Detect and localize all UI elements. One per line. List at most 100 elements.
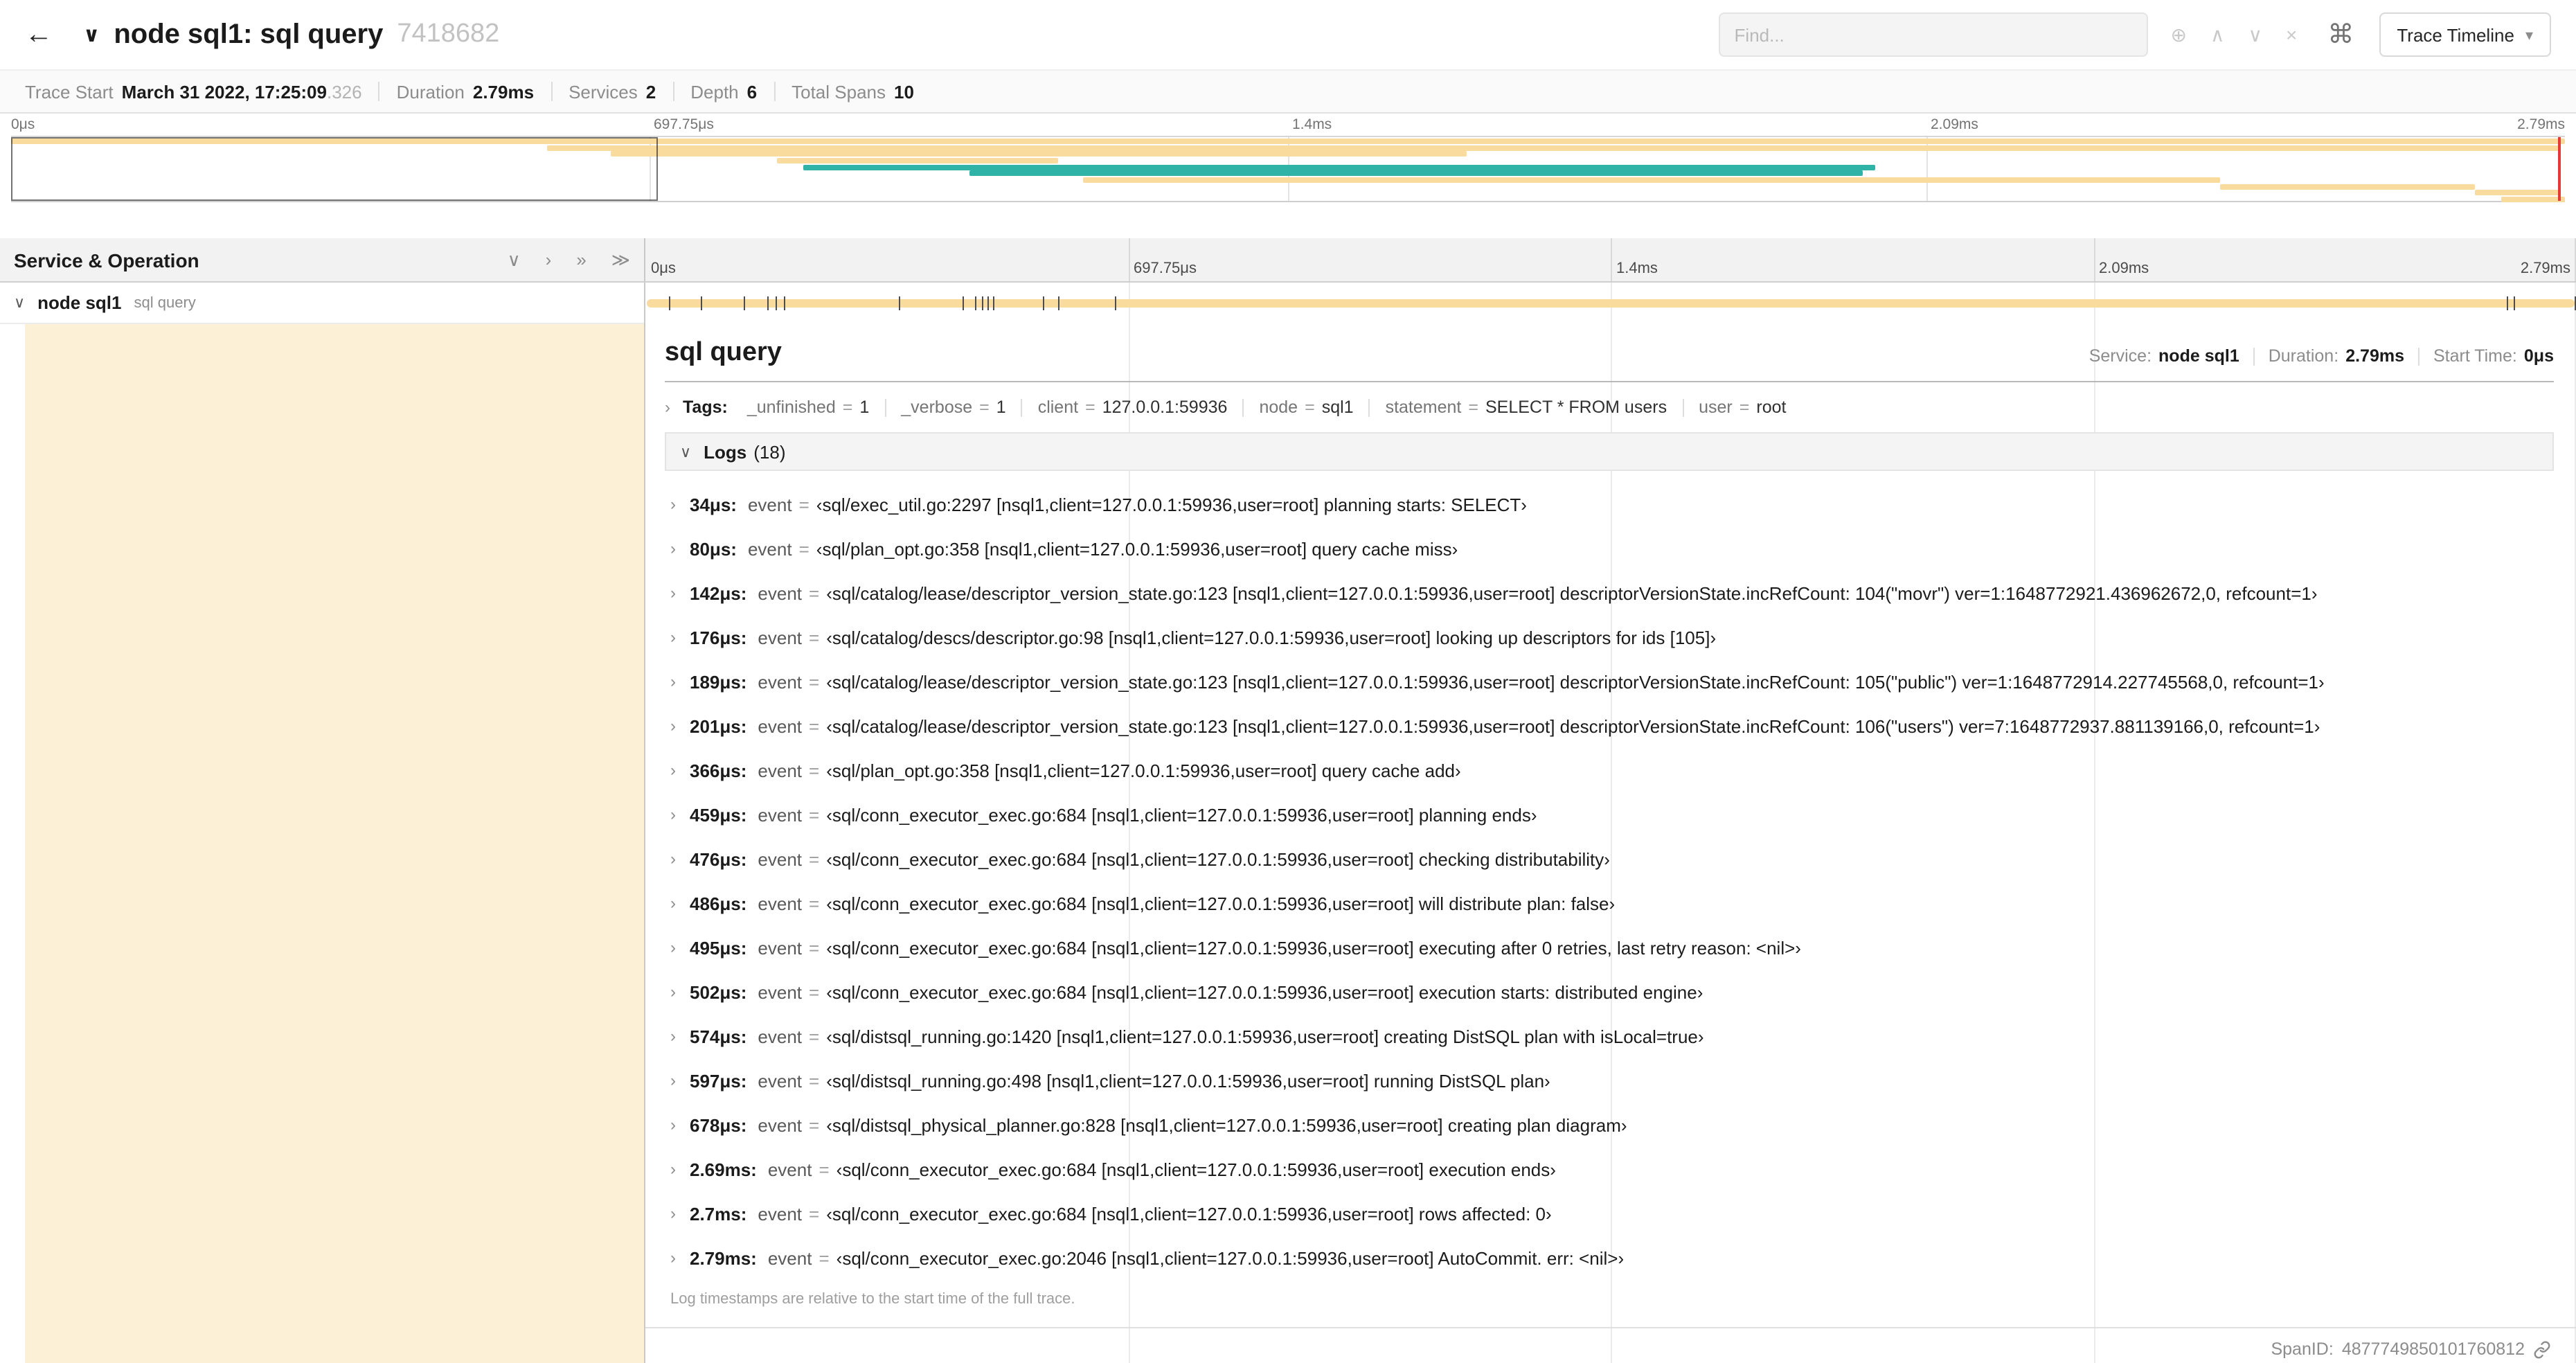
detail-meta-value: 2.79ms — [2345, 346, 2404, 366]
trace-summary: Trace Start March 31 2022, 17:25:09.326 Du… — [0, 69, 2576, 114]
tag-item: node = sql1 — [1259, 398, 1353, 417]
log-row[interactable]: › 678μs: event = ‹sql/distsql_physical_plann… — [670, 1103, 2554, 1147]
log-row[interactable]: › 2.7ms: event = ‹sql/conn_executor_exec.go:… — [670, 1191, 2554, 1236]
log-row-caret-icon[interactable]: › — [670, 716, 690, 736]
log-row[interactable]: › 80μs: event = ‹sql/plan_opt.go:358 [nsql1,… — [670, 526, 2554, 571]
log-field-value: ‹sql/distsql_running.go:498 [nsql1,clien… — [826, 1070, 1550, 1091]
log-row[interactable]: › 476μs: event = ‹sql/conn_executor_exec.go:… — [670, 837, 2554, 881]
log-row[interactable]: › 201μs: event = ‹sql/catalog/lease/descript… — [670, 704, 2554, 748]
trace-title-caret-icon[interactable]: ∨ — [83, 22, 100, 47]
tags-caret-icon[interactable]: › — [665, 398, 670, 417]
logs-header[interactable]: ∨ Logs (18) — [665, 432, 2554, 471]
log-row-caret-icon[interactable]: › — [670, 805, 690, 824]
log-marker-tick — [776, 296, 778, 310]
log-row[interactable]: › 495μs: event = ‹sql/conn_executor_exec.go:… — [670, 925, 2554, 970]
log-timestamp: 80μs: — [690, 538, 737, 559]
tag-value: SELECT * FROM users — [1485, 398, 1667, 417]
keyboard-shortcuts-button[interactable]: ⌘ — [2327, 19, 2354, 51]
log-row-caret-icon[interactable]: › — [670, 982, 690, 1001]
log-row[interactable]: › 459μs: event = ‹sql/conn_executor_exec.go:… — [670, 792, 2554, 837]
log-timestamp: 502μs: — [690, 981, 747, 1002]
collapse-one-icon[interactable]: ∨ — [508, 249, 521, 271]
expand-all-icon[interactable]: ≫ — [611, 249, 630, 271]
log-timestamp: 189μs: — [690, 671, 747, 692]
link-icon[interactable] — [2533, 1340, 2551, 1358]
span-bar-row[interactable] — [645, 283, 2576, 324]
log-field-key: event — [758, 671, 803, 692]
find-input[interactable] — [1719, 12, 2149, 57]
log-field-key: event — [758, 715, 803, 736]
logs-caret-icon[interactable]: ∨ — [680, 443, 691, 461]
log-marker-tick — [898, 296, 900, 310]
log-field: event = ‹sql/plan_opt.go:358 [nsql1,client… — [748, 538, 1458, 559]
log-field-value: ‹sql/exec_util.go:2297 [nsql1,client=127… — [816, 494, 1527, 515]
log-timestamp: 2.69ms: — [690, 1159, 757, 1179]
log-row-caret-icon[interactable]: › — [670, 760, 690, 780]
zoom-to-results-icon[interactable]: ⊕ — [2171, 23, 2187, 46]
log-row[interactable]: › 2.69ms: event = ‹sql/conn_executor_exec.go… — [670, 1147, 2554, 1191]
log-row[interactable]: › 34μs: event = ‹sql/exec_util.go:2297 [nsql… — [670, 482, 2554, 526]
timeline-left-column: ∨ node sql1 sql query — [0, 283, 645, 1363]
log-row[interactable]: › 486μs: event = ‹sql/conn_executor_exec.go:… — [670, 881, 2554, 925]
expand-one-icon[interactable]: › — [546, 249, 552, 270]
log-row-caret-icon[interactable]: › — [670, 1248, 690, 1267]
log-marker-tick — [2513, 296, 2515, 310]
log-field-key: event — [758, 1070, 803, 1091]
log-field-value: ‹sql/conn_executor_exec.go:2046 [nsql1,c… — [836, 1247, 1625, 1268]
log-row-caret-icon[interactable]: › — [670, 938, 690, 957]
log-row[interactable]: › 502μs: event = ‹sql/conn_executor_exec.go:… — [670, 970, 2554, 1014]
timeline-header: Service & Operation ∨ › » ≫ 0μs 697.75μs 1… — [0, 238, 2576, 283]
log-field-key: event — [758, 760, 803, 781]
tag-key: user — [1699, 398, 1733, 417]
log-row[interactable]: › 2.79ms: event = ‹sql/conn_executor_exec.go… — [670, 1236, 2554, 1280]
log-row[interactable]: › 142μs: event = ‹sql/catalog/lease/descript… — [670, 571, 2554, 615]
collapse-controls: ∨ › » ≫ — [508, 249, 630, 271]
minimap-span-bar — [611, 151, 1467, 157]
log-row-caret-icon[interactable]: › — [670, 627, 690, 647]
axis-tick-label: 2.09ms — [2099, 260, 2149, 277]
log-row-caret-icon[interactable]: › — [670, 1204, 690, 1223]
log-row-caret-icon[interactable]: › — [670, 495, 690, 514]
log-marker-tick — [2507, 296, 2509, 310]
minimap-viewport[interactable] — [11, 137, 658, 201]
log-row-caret-icon[interactable]: › — [670, 893, 690, 913]
log-row-caret-icon[interactable]: › — [670, 849, 690, 868]
log-field-eq: = — [809, 804, 820, 825]
log-row[interactable]: › 366μs: event = ‹sql/plan_opt.go:358 [nsql1… — [670, 748, 2554, 792]
span-row-name-cell[interactable]: ∨ node sql1 sql query — [0, 283, 644, 324]
minimap-tick-label: 2.09ms — [1931, 116, 1978, 133]
log-field-value: ‹sql/catalog/lease/descriptor_version_st… — [826, 582, 2318, 603]
minimap-canvas[interactable] — [11, 136, 2565, 203]
log-row-caret-icon[interactable]: › — [670, 539, 690, 558]
trace-view-select[interactable]: Trace Timeline ▾ — [2379, 12, 2551, 57]
next-match-icon[interactable]: ∨ — [2248, 23, 2263, 46]
log-row[interactable]: › 597μs: event = ‹sql/distsql_running.go:498… — [670, 1058, 2554, 1103]
span-collapse-caret-icon[interactable]: ∨ — [14, 294, 25, 312]
log-field-value: ‹sql/catalog/lease/descriptor_version_st… — [826, 715, 2320, 736]
clear-find-icon[interactable]: × — [2286, 24, 2297, 46]
log-marker-tick — [1042, 296, 1044, 310]
log-field: event = ‹sql/distsql_running.go:1420 [nsql… — [758, 1026, 1703, 1046]
log-row[interactable]: › 189μs: event = ‹sql/catalog/lease/descript… — [670, 659, 2554, 704]
tags-row[interactable]: › Tags: _unfinished = 1 _verbose = 1 client = 12… — [665, 382, 2554, 432]
span-service-name: node sql1 — [37, 292, 122, 313]
log-row-caret-icon[interactable]: › — [670, 583, 690, 603]
log-field-value: ‹sql/conn_executor_exec.go:684 [nsql1,cl… — [826, 981, 1703, 1002]
log-row-caret-icon[interactable]: › — [670, 1115, 690, 1134]
log-timestamp: 476μs: — [690, 848, 747, 869]
log-field-key: event — [747, 494, 792, 515]
prev-match-icon[interactable]: ∧ — [2210, 23, 2225, 46]
summary-item: Duration 2.79ms — [397, 81, 534, 102]
back-button[interactable]: ← — [25, 19, 53, 51]
collapse-all-icon[interactable]: » — [576, 249, 586, 270]
log-row-caret-icon[interactable]: › — [670, 1159, 690, 1179]
log-row-caret-icon[interactable]: › — [670, 1071, 690, 1090]
span-duration-bar[interactable] — [647, 299, 2575, 308]
log-field: event = ‹sql/catalog/descs/descriptor.go:9… — [758, 627, 1716, 648]
minimap-span-bar — [547, 145, 2560, 150]
log-marker-tick — [987, 296, 990, 310]
log-row[interactable]: › 176μs: event = ‹sql/catalog/descs/descript… — [670, 615, 2554, 659]
log-row[interactable]: › 574μs: event = ‹sql/distsql_running.go:142… — [670, 1014, 2554, 1058]
log-row-caret-icon[interactable]: › — [670, 1026, 690, 1046]
log-row-caret-icon[interactable]: › — [670, 672, 690, 691]
